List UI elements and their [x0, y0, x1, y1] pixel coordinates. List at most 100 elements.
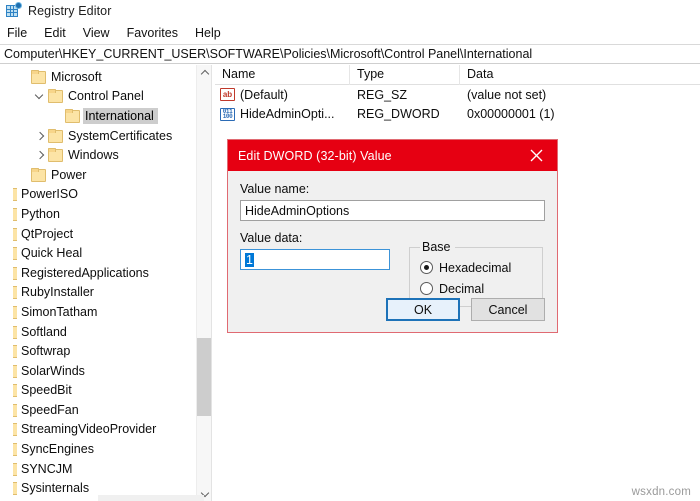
- folder-icon: [13, 344, 17, 359]
- folder-icon: [13, 227, 17, 241]
- dword-value-icon: 011 100: [220, 107, 235, 121]
- radio-decimal[interactable]: Decimal: [420, 278, 534, 299]
- ok-button[interactable]: OK: [386, 298, 460, 321]
- tree-item-solarwinds[interactable]: SolarWinds: [0, 361, 196, 381]
- column-header-type[interactable]: Type: [350, 65, 460, 85]
- column-header-data[interactable]: Data: [460, 65, 700, 85]
- value-name: (Default): [240, 87, 288, 102]
- tree-item-simontatham[interactable]: SimonTatham: [0, 302, 196, 322]
- cell-data: (value not set): [467, 87, 547, 102]
- base-legend: Base: [422, 240, 451, 254]
- folder-icon: [13, 266, 17, 280]
- tree-item-syncjm[interactable]: SYNCJM: [0, 459, 196, 479]
- tree-item-registeredapplications[interactable]: RegisteredApplications: [0, 263, 196, 283]
- folder-icon: [13, 285, 17, 300]
- dialog-title-bar: Edit DWORD (32-bit) Value: [228, 140, 557, 171]
- tree-item-label: SystemCertificates: [68, 128, 173, 143]
- cell-type: REG_DWORD: [357, 107, 440, 122]
- chevron-right-icon[interactable]: [34, 147, 47, 163]
- registry-path: Computer\HKEY_CURRENT_USER\SOFTWARE\Poli…: [4, 47, 533, 61]
- radio-decimal-indicator: [420, 282, 433, 295]
- tree-item-label: SYNCJM: [21, 461, 73, 476]
- tree-item-softwrap[interactable]: Softwrap: [0, 341, 196, 361]
- base-fieldset: Base Hexadecimal Decimal: [409, 240, 543, 307]
- tree-item-label: SpeedBit: [21, 383, 72, 398]
- tree-item-qtproject[interactable]: QtProject: [0, 224, 196, 244]
- string-value-icon: ab: [220, 88, 235, 102]
- tree-item-label: Python: [21, 206, 60, 221]
- watermark: wsxdn.com: [631, 486, 691, 498]
- close-icon[interactable]: [515, 140, 557, 171]
- chevron-down-icon[interactable]: [34, 88, 47, 104]
- tree-item-systemcertificates[interactable]: SystemCertificates: [0, 126, 196, 146]
- tree-item-label: Softland: [21, 324, 67, 339]
- tree-scrollbar-thumb[interactable]: [197, 338, 211, 416]
- tree-item-power[interactable]: Power: [0, 165, 196, 185]
- menu-favorites[interactable]: Favorites: [127, 24, 187, 42]
- column-header-name[interactable]: Name: [215, 65, 350, 85]
- menu-file[interactable]: File: [7, 24, 36, 42]
- tree-item-microsoft[interactable]: Microsoft: [0, 67, 196, 87]
- address-bar[interactable]: Computer\HKEY_CURRENT_USER\SOFTWARE\Poli…: [0, 44, 700, 64]
- tree-item-python[interactable]: Python: [0, 204, 196, 224]
- tree-item-syncengines[interactable]: SyncEngines: [0, 439, 196, 459]
- tree-item-softland[interactable]: Softland: [0, 322, 196, 342]
- menu-help[interactable]: Help: [195, 24, 230, 42]
- radio-hexadecimal-indicator: [420, 261, 433, 274]
- value-name-input[interactable]: HideAdminOptions: [240, 200, 545, 221]
- cell-name: ab (Default): [215, 88, 350, 102]
- tree-item-label: SimonTatham: [21, 304, 98, 319]
- tree-item-speedfan[interactable]: SpeedFan: [0, 400, 196, 420]
- table-row[interactable]: ab (Default) REG_SZ (value not set): [215, 85, 700, 105]
- menu-edit[interactable]: Edit: [44, 24, 75, 42]
- edit-dword-dialog: Edit DWORD (32-bit) Value Value name: Hi…: [227, 139, 558, 333]
- tree-item-poweriso[interactable]: PowerISO: [0, 185, 196, 205]
- tree-item-control-panel[interactable]: Control Panel: [0, 87, 196, 107]
- value-data-input[interactable]: 1: [240, 249, 390, 270]
- table-row[interactable]: 011 100 HideAdminOpti... REG_DWORD 0x0000000…: [215, 105, 700, 125]
- registry-editor-icon: [5, 2, 22, 19]
- registry-tree: Microsoft Control Panel International Syste…: [0, 65, 196, 501]
- tree-item-label: PowerISO: [21, 187, 78, 202]
- tree-item-label: SolarWinds: [21, 363, 85, 378]
- tree-horizontal-scrollbar[interactable]: [98, 495, 204, 501]
- cell-data: 0x00000001 (1): [467, 107, 555, 122]
- dialog-title: Edit DWORD (32-bit) Value: [238, 148, 392, 163]
- registry-editor-window: Registry Editor File Edit View Favorites…: [0, 0, 700, 501]
- tree-item-label: International: [83, 107, 158, 124]
- folder-icon: [13, 364, 17, 378]
- list-header: Name Type Data: [215, 65, 700, 85]
- tree-item-label: Sysinternals: [21, 481, 90, 496]
- tree-vertical-scrollbar[interactable]: [196, 65, 211, 501]
- tree-item-international[interactable]: International: [0, 106, 196, 126]
- cell-type: REG_SZ: [357, 87, 408, 102]
- tree-item-label: Microsoft: [51, 69, 102, 84]
- tree-item-streamingvideoprovider[interactable]: StreamingVideoProvider: [0, 420, 196, 440]
- chevron-right-icon[interactable]: [34, 128, 47, 144]
- tree-item-windows[interactable]: Windows: [0, 145, 196, 165]
- tree-item-speedbit[interactable]: SpeedBit: [0, 381, 196, 401]
- scroll-up-arrow-icon[interactable]: [197, 65, 211, 80]
- folder-icon: [64, 108, 81, 123]
- folder-icon: [30, 69, 47, 84]
- tree-item-rubyinstaller[interactable]: RubyInstaller: [0, 283, 196, 303]
- menu-view[interactable]: View: [83, 24, 119, 42]
- folder-icon: [13, 305, 17, 319]
- tree-item-label: QtProject: [21, 226, 74, 241]
- radio-hexadecimal[interactable]: Hexadecimal: [420, 257, 534, 278]
- dialog-body: Value name: HideAdminOptions Value data:…: [228, 171, 557, 332]
- tree-item-quick-heal[interactable]: Quick Heal: [0, 243, 196, 263]
- folder-icon: [13, 403, 17, 417]
- folder-icon: [13, 246, 17, 261]
- cancel-button[interactable]: Cancel: [471, 298, 545, 321]
- gear-icon: [15, 2, 22, 9]
